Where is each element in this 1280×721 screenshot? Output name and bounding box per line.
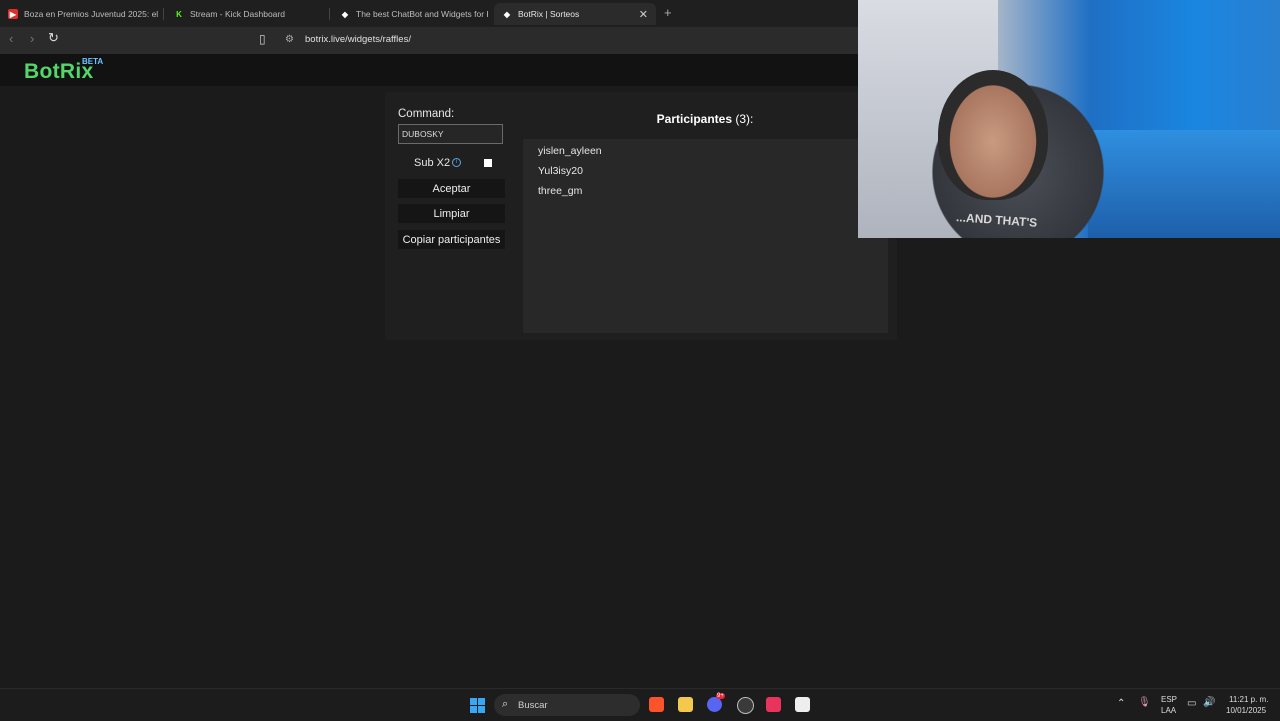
kick-icon: K: [176, 9, 182, 19]
back-arrow-icon[interactable]: ‹: [9, 31, 13, 46]
participants-heading: Participantes: [656, 112, 733, 126]
close-tab-icon[interactable]: ✕: [639, 8, 648, 21]
webcam-head: [938, 70, 1048, 200]
tab-botrix-home[interactable]: ◆ The best ChatBot and Widgets for Ki: [332, 3, 488, 25]
microphone-icon[interactable]: 🎙: [1138, 697, 1151, 708]
search-placeholder[interactable]: Buscar: [518, 700, 548, 711]
windows-start-icon[interactable]: [470, 698, 485, 713]
list-item: three_gm: [538, 185, 583, 197]
clock-date[interactable]: 10/01/2025: [1226, 706, 1266, 715]
participants-title: Participantes (3):: [522, 112, 888, 126]
sub-x2-label: Sub X2: [414, 157, 451, 169]
botrix-diamond-icon: ◆: [503, 9, 511, 19]
command-input[interactable]: [398, 124, 503, 144]
discord-badge: 9+: [716, 693, 725, 699]
volume-icon[interactable]: 🔊: [1203, 697, 1215, 708]
tab-botrix-sorteos[interactable]: ◆ BotRix | Sorteos ✕: [494, 3, 656, 25]
sub-x2-checkbox[interactable]: [484, 159, 492, 167]
search-icon: ⌕: [502, 698, 509, 710]
clear-button[interactable]: Limpiar: [398, 204, 505, 223]
site-settings-icon[interactable]: ⚙: [285, 34, 294, 45]
beta-badge: BETA: [82, 57, 104, 66]
youtube-icon: ▶: [8, 9, 18, 19]
discord-icon[interactable]: [707, 697, 722, 712]
capcut-icon[interactable]: [795, 697, 810, 712]
keyboard-layout[interactable]: LAA: [1161, 706, 1176, 715]
file-explorer-icon[interactable]: [678, 697, 693, 712]
new-tab-button[interactable]: +: [664, 5, 672, 20]
tab-separator: [163, 8, 164, 20]
command-label: Command:: [398, 108, 455, 120]
windows-taskbar: ⌕ Buscar 9+ ⌃ 🎙 ESP LAA ▭ 🔊 11:21 p. m. …: [0, 688, 1280, 721]
address-bar[interactable]: botrix.live/widgets/raffles/: [305, 34, 411, 45]
tab-kick-dashboard[interactable]: K Stream - Kick Dashboard: [166, 3, 326, 25]
bookmark-icon[interactable]: ▯: [259, 32, 266, 46]
tab-title: Boza en Premios Juventud 2025: el g: [24, 9, 160, 19]
list-item: Yul3isy20: [538, 165, 583, 177]
botrix-diamond-icon: ◆: [341, 9, 349, 19]
tab-title: Stream - Kick Dashboard: [190, 9, 285, 19]
accept-button[interactable]: Aceptar: [398, 179, 505, 198]
reload-icon[interactable]: ↻: [48, 30, 59, 46]
info-icon[interactable]: i: [452, 158, 461, 167]
participants-count: (3):: [735, 112, 754, 126]
webcam-overlay: ...AND THAT'S: [858, 0, 1280, 238]
copy-participants-button[interactable]: Copiar participantes: [398, 230, 505, 249]
network-icon[interactable]: ▭: [1187, 698, 1196, 709]
taskbar-search[interactable]: [494, 694, 640, 716]
list-item: yislen_ayleen: [538, 145, 602, 157]
tab-title: BotRix | Sorteos: [518, 9, 580, 19]
tab-separator: [329, 8, 330, 20]
tab-title: The best ChatBot and Widgets for Ki: [356, 9, 488, 19]
input-language[interactable]: ESP: [1161, 695, 1177, 704]
clock-time[interactable]: 11:21 p. m.: [1229, 695, 1268, 704]
forward-arrow-icon[interactable]: ›: [30, 31, 34, 46]
obs-icon[interactable]: [737, 697, 754, 714]
brave-icon[interactable]: [649, 697, 664, 712]
tiktok-icon[interactable]: [766, 697, 781, 712]
chevron-up-icon[interactable]: ⌃: [1117, 698, 1125, 709]
tab-youtube[interactable]: ▶ Boza en Premios Juventud 2025: el g: [0, 3, 160, 25]
